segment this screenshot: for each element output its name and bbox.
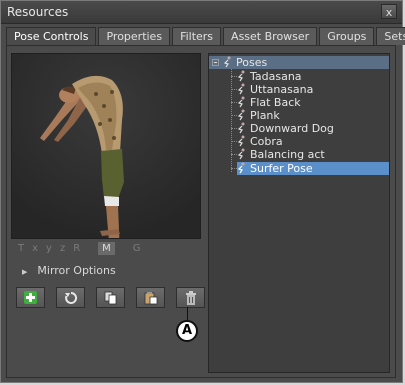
- z-axis-toggle[interactable]: z: [58, 242, 67, 255]
- tree-item-uttanasana[interactable]: Uttanasana: [237, 83, 313, 96]
- refresh-pose-button[interactable]: [56, 287, 85, 308]
- mirror-options-expander[interactable]: ▶ Mirror Options: [22, 264, 116, 277]
- axis-toggle-row: T x y z R M G: [16, 242, 143, 255]
- tree-item-label: Plank: [250, 109, 280, 122]
- tree-item-plank[interactable]: Plank: [237, 109, 280, 122]
- title-bar[interactable]: Resources x: [1, 1, 402, 24]
- callout-marker: A: [176, 320, 198, 342]
- pose-folder-icon: [223, 56, 231, 68]
- rotate-toggle[interactable]: R: [71, 242, 82, 255]
- tab-properties[interactable]: Properties: [98, 27, 171, 45]
- y-axis-toggle[interactable]: y: [44, 242, 54, 255]
- pose-preview-viewport[interactable]: [11, 53, 201, 254]
- tab-asset-browser[interactable]: Asset Browser: [223, 27, 318, 45]
- add-pose-button[interactable]: [16, 287, 45, 308]
- tree-connector: [231, 69, 232, 172]
- x-axis-toggle[interactable]: x: [30, 242, 40, 255]
- callout-leader-line: [187, 307, 188, 321]
- trash-icon: [185, 290, 196, 305]
- window-title: Resources: [7, 5, 69, 19]
- tree-root-poses[interactable]: Poses: [223, 56, 267, 69]
- tree-item-flat-back[interactable]: Flat Back: [237, 96, 301, 109]
- tree-item-cobra[interactable]: Cobra: [237, 135, 283, 148]
- tab-groups[interactable]: Groups: [319, 27, 375, 45]
- copy-icon: [104, 291, 116, 304]
- pose-icon: [237, 135, 245, 147]
- tab-filters[interactable]: Filters: [172, 27, 222, 45]
- tree-root-label: Poses: [236, 56, 268, 69]
- paste-pose-button[interactable]: [136, 287, 165, 308]
- delete-pose-button[interactable]: [176, 287, 205, 308]
- translate-toggle[interactable]: T: [16, 242, 26, 255]
- close-button[interactable]: x: [381, 4, 397, 19]
- tree-item-label: Balancing act: [250, 148, 325, 161]
- tree-item-label: Tadasana: [250, 70, 302, 83]
- pose-icon: [237, 70, 245, 82]
- tree-item-label: Uttanasana: [250, 83, 314, 96]
- pose-icon: [237, 162, 245, 174]
- global-toggle[interactable]: G: [131, 242, 143, 255]
- pose-tree[interactable]: Poses Tadasana Uttanasana Flat Back Plan…: [208, 53, 390, 373]
- expand-arrow-icon: ▶: [22, 268, 28, 276]
- pose-icon: [237, 148, 245, 160]
- plus-icon: [24, 291, 37, 304]
- tab-sets[interactable]: Sets: [376, 27, 405, 45]
- collapse-icon[interactable]: [212, 59, 219, 66]
- pose-toolbar: [16, 287, 205, 308]
- tree-item-label: Surfer Pose: [250, 162, 313, 175]
- tree-item-tadasana[interactable]: Tadasana: [237, 70, 302, 83]
- tab-pose-controls[interactable]: Pose Controls: [6, 27, 97, 46]
- tab-bar: Pose Controls Properties Filters Asset B…: [6, 27, 405, 46]
- pose-icon: [237, 122, 245, 134]
- tree-item-label: Cobra: [250, 135, 283, 148]
- pose-icon: [237, 109, 245, 121]
- tree-item-balancing-act[interactable]: Balancing act: [237, 148, 325, 161]
- pose-icon: [237, 96, 245, 108]
- refresh-icon: [64, 291, 77, 304]
- tree-item-downward-dog[interactable]: Downward Dog: [237, 122, 334, 135]
- paste-icon: [144, 291, 157, 304]
- tree-item-surfer-pose[interactable]: Surfer Pose: [237, 162, 389, 175]
- pose-icon: [237, 83, 245, 95]
- mirror-options-label: Mirror Options: [37, 264, 116, 277]
- tree-item-label: Downward Dog: [250, 122, 334, 135]
- figure-preview: [12, 54, 200, 254]
- copy-pose-button[interactable]: [96, 287, 125, 308]
- mirror-toggle[interactable]: M: [98, 242, 115, 255]
- tree-item-label: Flat Back: [250, 96, 301, 109]
